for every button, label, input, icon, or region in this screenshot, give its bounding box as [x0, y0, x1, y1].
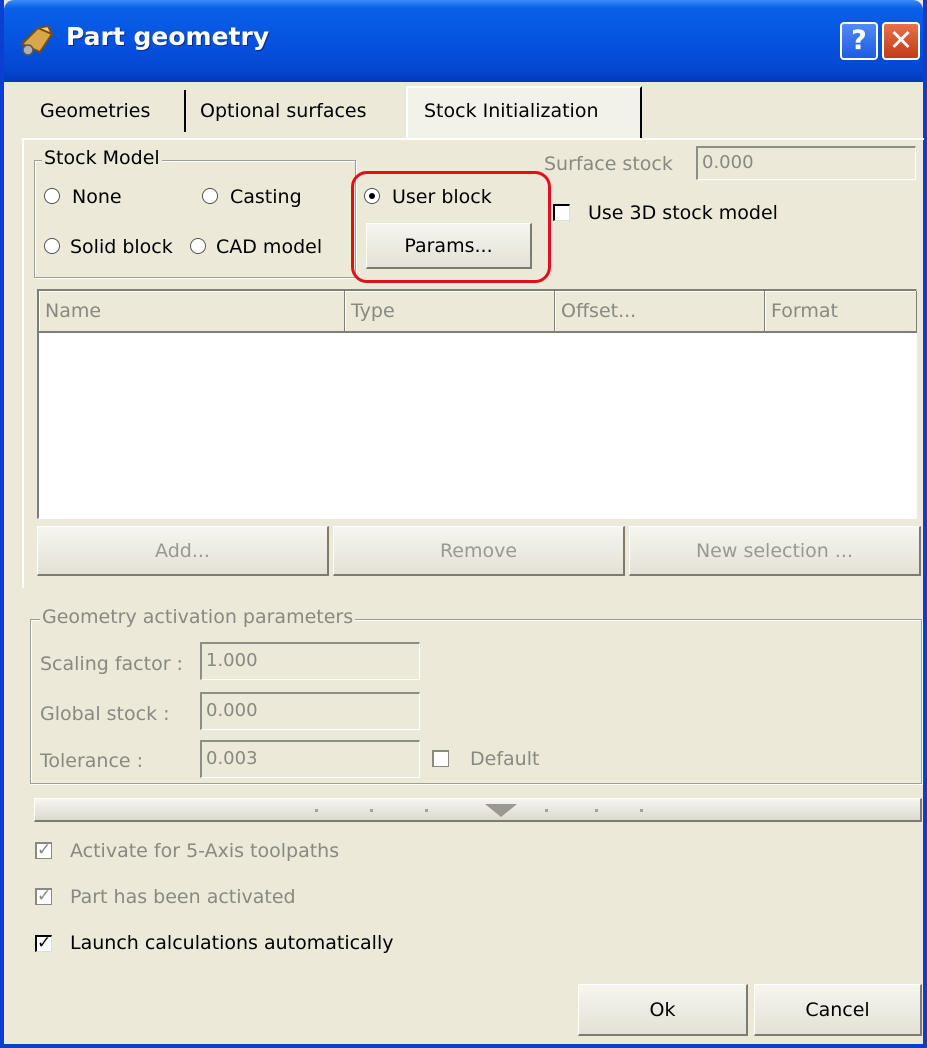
surface-stock-field[interactable]: 0.000 — [696, 146, 916, 180]
column-type[interactable]: Type — [345, 291, 555, 333]
close-button[interactable]: ✕ — [882, 22, 920, 60]
splitter-grip-dot — [640, 809, 643, 812]
geometry-table[interactable]: Name Type Offset... Format — [37, 289, 917, 519]
radio-casting-indicator — [202, 188, 218, 204]
help-button[interactable]: ? — [840, 22, 878, 60]
part-activated-label: Part has been activated — [70, 886, 296, 908]
radio-solid-block-indicator — [44, 238, 60, 254]
collapse-splitter[interactable] — [34, 798, 922, 822]
ok-button[interactable]: Ok — [578, 984, 748, 1036]
tolerance-label: Tolerance : — [40, 750, 144, 772]
stock-model-group — [34, 160, 356, 278]
tab-optional-surfaces[interactable]: Optional surfaces — [200, 100, 367, 122]
dialog-title: Part geometry — [66, 22, 270, 51]
splitter-grip-dot — [595, 809, 598, 812]
radio-none[interactable]: None — [44, 186, 122, 208]
scaling-factor-label: Scaling factor : — [40, 653, 183, 675]
cancel-button[interactable]: Cancel — [754, 984, 922, 1036]
stock-model-title: Stock Model — [42, 147, 162, 169]
surface-stock-label: Surface stock — [544, 153, 673, 175]
tolerance-field[interactable]: 0.003 — [200, 740, 420, 778]
part-geometry-dialog: Part geometry ? ✕ Geometries Optional su… — [0, 0, 927, 1048]
new-selection-button[interactable]: New selection ... — [629, 526, 921, 576]
radio-solid-block-label: Solid block — [70, 236, 173, 258]
remove-button[interactable]: Remove — [333, 526, 625, 576]
radio-none-label: None — [72, 186, 122, 208]
collapse-arrow-icon — [485, 804, 517, 817]
global-stock-label: Global stock : — [40, 703, 170, 725]
splitter-grip-dot — [370, 809, 373, 812]
scaling-factor-field[interactable]: 1.000 — [200, 642, 420, 680]
tab-separator — [184, 90, 186, 132]
add-button[interactable]: Add... — [37, 526, 329, 576]
radio-none-indicator — [44, 188, 60, 204]
title-bar[interactable]: Part geometry ? ✕ — [4, 0, 923, 82]
highlight-annotation — [351, 171, 551, 283]
part-geometry-icon — [20, 24, 55, 56]
activate-5axis-checkbox[interactable]: ✓ — [35, 842, 52, 859]
radio-cad-model[interactable]: CAD model — [190, 236, 322, 258]
radio-solid-block[interactable]: Solid block — [44, 236, 173, 258]
activate-5axis-label: Activate for 5-Axis toolpaths — [70, 840, 340, 862]
global-stock-field[interactable]: 0.000 — [200, 692, 420, 730]
tab-geometries[interactable]: Geometries — [40, 100, 150, 122]
part-activated-checkbox[interactable]: ✓ — [35, 888, 52, 905]
splitter-grip-dot — [425, 809, 428, 812]
column-format[interactable]: Format — [765, 291, 917, 333]
launch-auto-label: Launch calculations automatically — [70, 932, 394, 954]
use-3d-stock-label: Use 3D stock model — [588, 202, 778, 224]
use-3d-stock-checkbox[interactable] — [553, 204, 570, 221]
tab-stock-initialization[interactable]: Stock Initialization — [406, 86, 642, 138]
default-label: Default — [470, 748, 540, 770]
splitter-grip-dot — [545, 809, 548, 812]
radio-casting-label: Casting — [230, 186, 302, 208]
activation-title: Geometry activation parameters — [40, 606, 356, 628]
radio-casting[interactable]: Casting — [202, 186, 302, 208]
splitter-grip-dot — [315, 809, 318, 812]
column-name[interactable]: Name — [39, 291, 345, 333]
radio-cad-model-indicator — [190, 238, 206, 254]
column-offset[interactable]: Offset... — [555, 291, 765, 333]
tab-stock-initialization-label: Stock Initialization — [424, 100, 599, 122]
radio-cad-model-label: CAD model — [216, 236, 323, 258]
default-checkbox[interactable] — [432, 750, 449, 767]
launch-auto-checkbox[interactable]: ✓ — [35, 935, 52, 952]
